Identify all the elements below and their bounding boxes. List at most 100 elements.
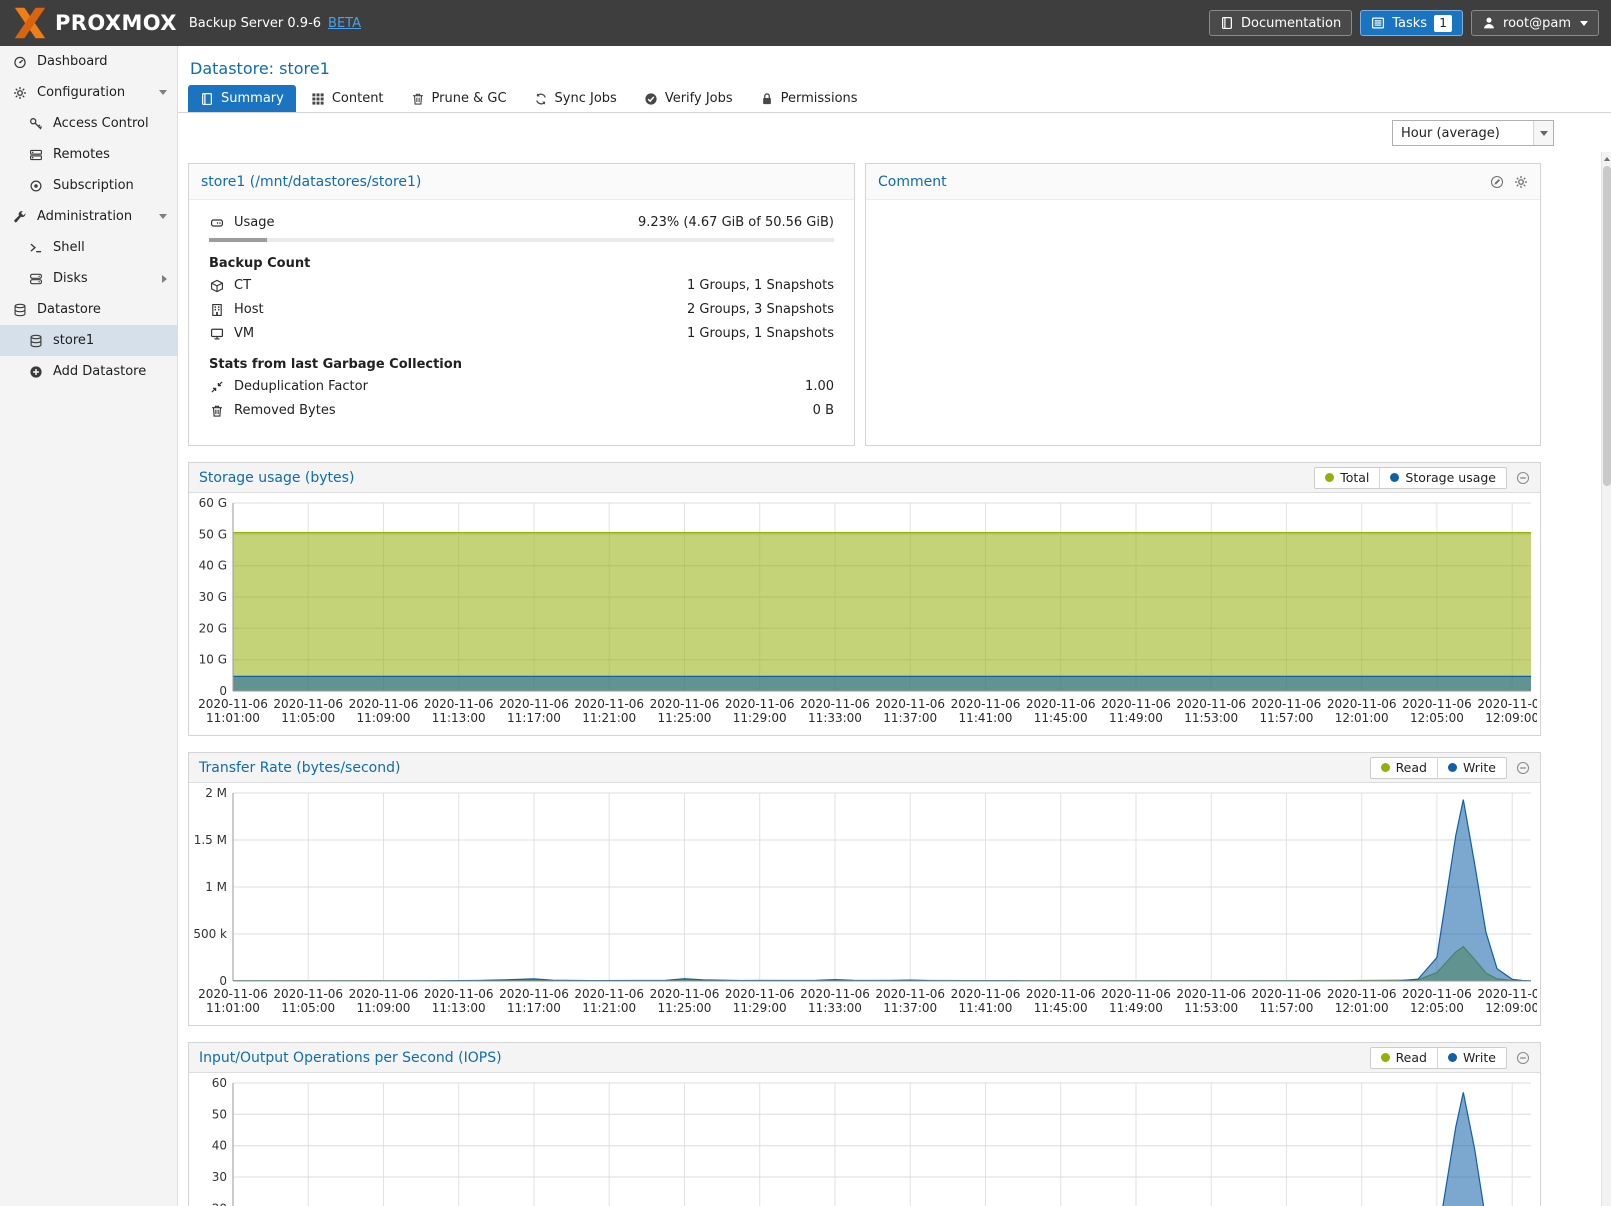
svg-text:2020-11-06: 2020-11-06 (499, 697, 569, 711)
documentation-button[interactable]: Documentation (1209, 10, 1352, 36)
svg-text:11:29:00: 11:29:00 (733, 711, 787, 725)
legend-item-total[interactable]: Total (1315, 468, 1379, 488)
datastore-status-panel: store1 (/mnt/datastores/store1) Usage 9.… (188, 163, 855, 446)
backup-count-value: 1 Groups, 1 Snapshots (687, 325, 834, 343)
tab-permissions[interactable]: Permissions (748, 85, 870, 112)
svg-text:40: 40 (212, 1139, 227, 1153)
svg-text:2020-11-06: 2020-11-06 (1402, 697, 1472, 711)
collapse-panel-icon[interactable] (1516, 1051, 1530, 1065)
legend-item-write[interactable]: Write (1437, 758, 1506, 778)
status-panel-header: store1 (/mnt/datastores/store1) (189, 164, 854, 200)
svg-text:11:13:00: 11:13:00 (432, 1001, 486, 1015)
sidebar-item-store1[interactable]: store1 (0, 325, 177, 356)
sidebar-item-disks[interactable]: Disks (0, 263, 177, 294)
svg-text:2020-11-06: 2020-11-06 (1026, 697, 1096, 711)
svg-text:2020-11-06: 2020-11-06 (198, 697, 268, 711)
svg-text:11:37:00: 11:37:00 (883, 1001, 937, 1015)
svg-text:2020-11-06: 2020-11-06 (650, 987, 720, 1001)
svg-text:60 G: 60 G (199, 497, 227, 510)
svg-text:11:33:00: 11:33:00 (808, 711, 862, 725)
svg-text:0: 0 (219, 974, 227, 988)
desktop-icon (209, 327, 225, 341)
svg-text:2020-11-06: 2020-11-06 (725, 987, 795, 1001)
tabbar: SummaryContentPrune & GCSync JobsVerify … (178, 85, 1611, 113)
svg-text:11:25:00: 11:25:00 (658, 1001, 712, 1015)
usage-progress-fill (209, 238, 267, 242)
dashboard-icon (12, 55, 28, 69)
legend-item-storage-usage[interactable]: Storage usage (1379, 468, 1506, 488)
book-icon (200, 92, 214, 106)
svg-text:11:57:00: 11:57:00 (1259, 711, 1313, 725)
svg-text:2020-11-06: 2020-11-06 (273, 987, 343, 1001)
sidebar-item-label: Disks (53, 271, 88, 286)
tab-content[interactable]: Content (299, 85, 396, 112)
book-icon (1220, 16, 1234, 30)
legend-item-write[interactable]: Write (1437, 1048, 1506, 1068)
svg-text:2020-11-06: 2020-11-06 (1252, 697, 1322, 711)
gc-stat-row: Deduplication Factor1.00 (209, 378, 834, 396)
vertical-scrollbar[interactable] (1601, 152, 1611, 1206)
legend-item-read[interactable]: Read (1371, 1048, 1437, 1068)
sidebar-item-label: Configuration (37, 85, 125, 100)
caret-down-icon (159, 214, 167, 219)
scrollbar-up-arrow-icon[interactable] (1602, 152, 1611, 165)
tab-sync-jobs[interactable]: Sync Jobs (522, 85, 629, 112)
sidebar-item-access-control[interactable]: Access Control (0, 108, 177, 139)
collapse-panel-icon[interactable] (1516, 761, 1530, 775)
remotes-icon (28, 148, 44, 162)
sidebar-item-remotes[interactable]: Remotes (0, 139, 177, 170)
svg-text:2020-11-06: 2020-11-06 (725, 697, 795, 711)
tab-summary[interactable]: Summary (188, 85, 296, 112)
svg-text:11:41:00: 11:41:00 (959, 711, 1013, 725)
svg-text:2020-11-06: 2020-11-06 (1101, 987, 1171, 1001)
legend-item-read[interactable]: Read (1371, 758, 1437, 778)
beta-link[interactable]: BETA (328, 16, 361, 31)
time-range-select[interactable]: Hour (average) (1392, 120, 1554, 146)
product-version: Backup Server 0.9-6 (189, 16, 321, 31)
sync-icon (534, 92, 548, 106)
svg-text:11:21:00: 11:21:00 (582, 711, 636, 725)
sidebar-item-label: Dashboard (37, 54, 108, 69)
gc-stat-row: Removed Bytes0 B (209, 402, 834, 420)
plus-circle-icon (28, 365, 44, 379)
chart-header: Transfer Rate (bytes/second)ReadWrite (189, 753, 1540, 783)
collapse-panel-icon[interactable] (1516, 471, 1530, 485)
sidebar-item-add-datastore[interactable]: Add Datastore (0, 356, 177, 387)
user-icon (1482, 16, 1496, 30)
scrollbar-thumb[interactable] (1603, 166, 1611, 486)
svg-text:2020-11-06: 2020-11-06 (574, 987, 644, 1001)
svg-text:2020-11-06: 2020-11-06 (1477, 987, 1537, 1001)
legend-dot (1325, 473, 1334, 482)
user-menu-button[interactable]: root@pam (1471, 10, 1599, 36)
svg-text:11:21:00: 11:21:00 (582, 1001, 636, 1015)
topbar-actions: Documentation Tasks 1 root@pam (1209, 10, 1599, 36)
gear-icon (12, 86, 28, 100)
sidebar-item-shell[interactable]: Shell (0, 232, 177, 263)
settings-gear-icon[interactable] (1514, 175, 1528, 189)
svg-text:20 G: 20 G (199, 621, 227, 635)
svg-text:2020-11-06: 2020-11-06 (499, 987, 569, 1001)
chart-title: Input/Output Operations per Second (IOPS… (199, 1050, 502, 1066)
comment-panel-title: Comment (878, 174, 947, 190)
svg-text:11:45:00: 11:45:00 (1034, 711, 1088, 725)
sidebar-item-datastore[interactable]: Datastore (0, 294, 177, 325)
tab-verify-jobs[interactable]: Verify Jobs (632, 85, 745, 112)
sidebar-item-administration[interactable]: Administration (0, 201, 177, 232)
combo-trigger[interactable] (1533, 121, 1553, 145)
chart-plot: 01020304050602020-11-0611:01:002020-11-0… (189, 1073, 1540, 1206)
sidebar-item-configuration[interactable]: Configuration (0, 77, 177, 108)
tasks-button[interactable]: Tasks 1 (1360, 10, 1463, 36)
gc-stat-value: 1.00 (805, 378, 834, 396)
legend-dot (1390, 473, 1399, 482)
documentation-label: Documentation (1241, 16, 1341, 31)
tab-prune-gc[interactable]: Prune & GC (399, 85, 519, 112)
svg-text:2020-11-06: 2020-11-06 (1101, 697, 1171, 711)
svg-text:10 G: 10 G (199, 653, 227, 667)
sidebar-item-subscription[interactable]: Subscription (0, 170, 177, 201)
grid-icon (311, 92, 325, 106)
svg-text:11:05:00: 11:05:00 (281, 1001, 335, 1015)
edit-comment-icon[interactable] (1490, 175, 1504, 189)
svg-text:2020-11-06: 2020-11-06 (424, 987, 494, 1001)
sidebar-item-dashboard[interactable]: Dashboard (0, 46, 177, 77)
chart-plot: 0500 k1 M1.5 M2 M2020-11-0611:01:002020-… (189, 783, 1540, 1025)
